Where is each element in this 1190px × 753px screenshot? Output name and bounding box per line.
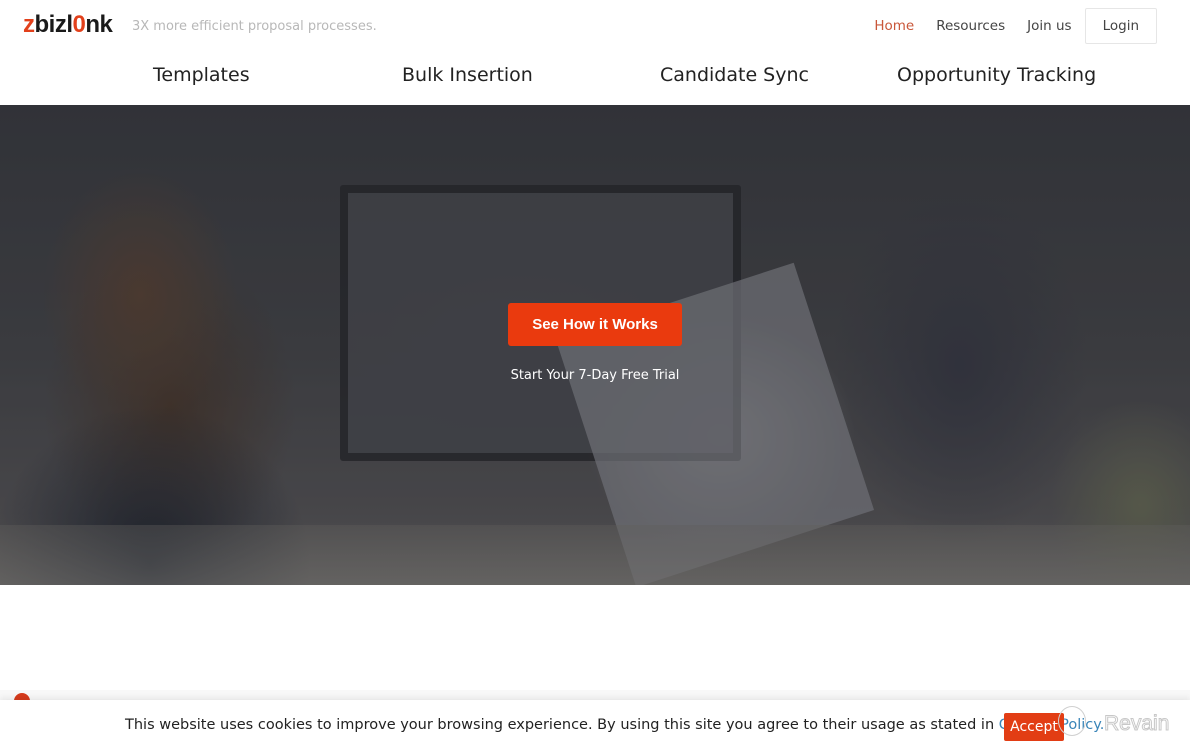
- zbizlink-logo[interactable]: zbizl0nk: [23, 11, 113, 39]
- see-how-it-works-button[interactable]: See How it Works: [508, 303, 682, 346]
- feature-subnav: Templates Bulk Insertion Candidate Sync …: [0, 54, 1190, 105]
- free-trial-link[interactable]: Start Your 7-Day Free Trial: [0, 368, 1190, 383]
- cookie-text: This website uses cookies to improve you…: [125, 717, 999, 733]
- top-navigation-bar: zbizl0nk 3X more efficient proposal proc…: [0, 0, 1190, 55]
- main-nav: Home Resources Join us Login: [863, 8, 1168, 44]
- subnav-templates[interactable]: Templates: [153, 64, 250, 86]
- revain-logo-icon: [1058, 706, 1086, 736]
- subnav-bulk-insertion[interactable]: Bulk Insertion: [402, 64, 533, 86]
- hero-section: See How it Works Start Your 7-Day Free T…: [0, 105, 1190, 585]
- cookie-consent-bar: This website uses cookies to improve you…: [0, 700, 1190, 753]
- subnav-candidate-sync[interactable]: Candidate Sync: [660, 64, 809, 86]
- login-button[interactable]: Login: [1084, 8, 1157, 44]
- nav-home[interactable]: Home: [874, 18, 914, 34]
- revain-watermark: Revain: [1103, 712, 1170, 736]
- nav-join-us[interactable]: Join us: [1027, 18, 1071, 34]
- nav-resources[interactable]: Resources: [936, 18, 1005, 34]
- subnav-opportunity-tracking[interactable]: Opportunity Tracking: [897, 64, 1096, 86]
- tagline: 3X more efficient proposal processes.: [132, 19, 377, 34]
- cookie-message: This website uses cookies to improve you…: [125, 717, 1104, 733]
- accept-cookies-button[interactable]: Accept: [1004, 713, 1064, 741]
